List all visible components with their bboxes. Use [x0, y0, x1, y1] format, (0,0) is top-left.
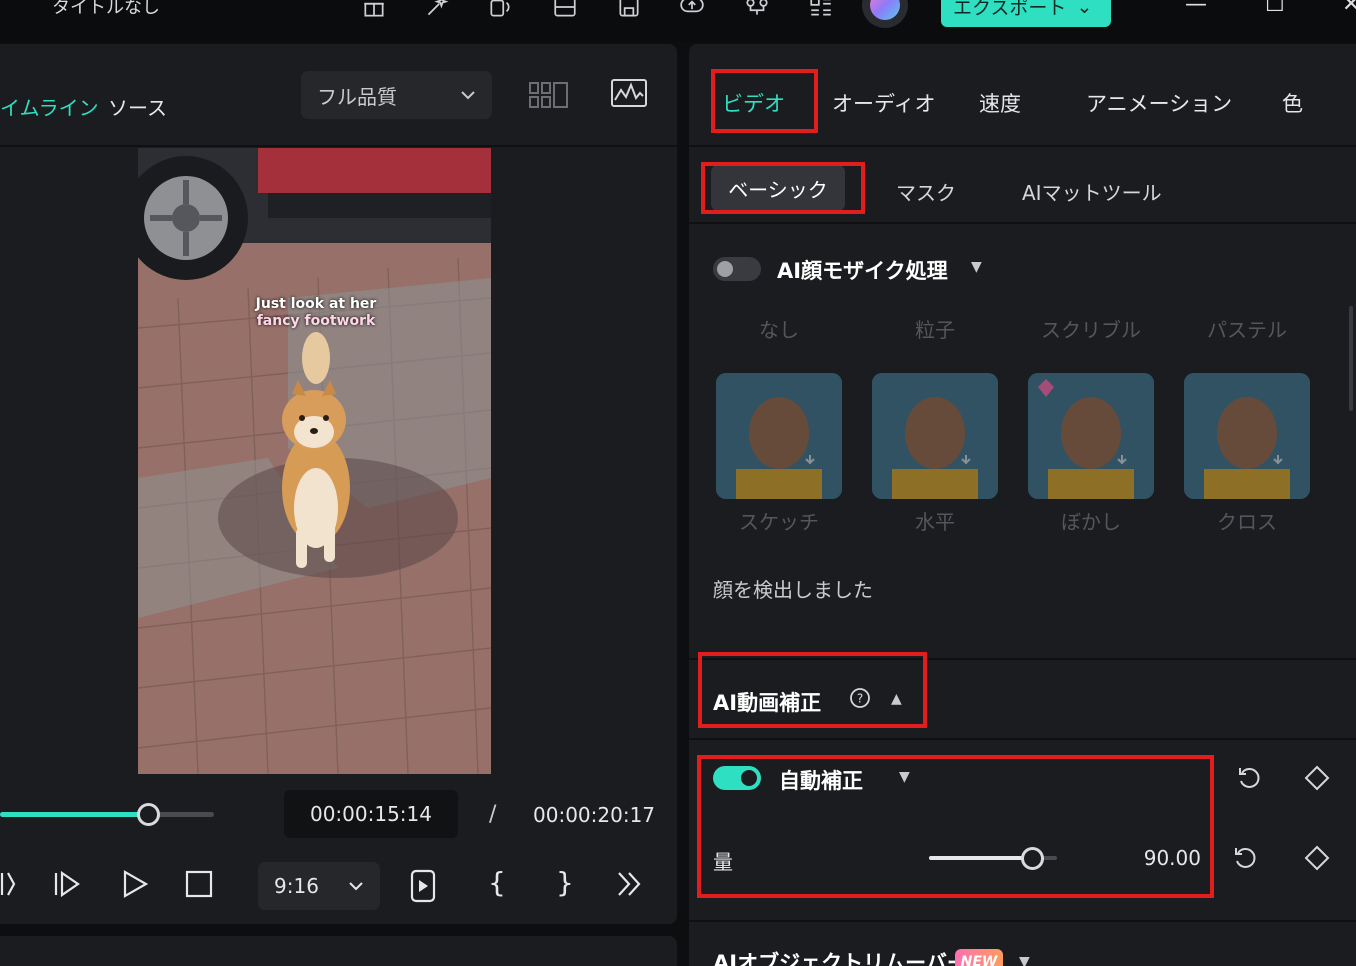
- title-bar: タイトルなし エクスポート ⌄ — ☐ ✕: [0, 0, 1356, 42]
- portrait-thumbnail: [872, 373, 998, 499]
- maximize-icon[interactable]: ☐: [1265, 0, 1285, 17]
- waveform-monitor-icon[interactable]: [610, 78, 648, 110]
- timeline-panel: [0, 936, 677, 966]
- mosaic-style-cross: クロス: [1217, 510, 1277, 534]
- divider: [689, 738, 1356, 740]
- export-label: エクスポート: [953, 0, 1067, 19]
- seek-bar[interactable]: [0, 812, 214, 817]
- mosaic-option-scribble: スクリブル: [1041, 318, 1141, 342]
- skip-back-icon[interactable]: [0, 869, 16, 899]
- mosaic-option-particle: 粒子: [915, 318, 955, 342]
- reset-icon[interactable]: [1235, 764, 1263, 792]
- chevron-down-icon[interactable]: ▼: [1019, 954, 1030, 966]
- mosaic-style-thumb: [1184, 373, 1310, 499]
- chevron-down-icon: ⌄: [1076, 0, 1093, 18]
- avatar-image: [870, 0, 900, 20]
- mosaic-style-thumb: [1028, 373, 1154, 499]
- seek-progress: [0, 812, 148, 817]
- network-icon[interactable]: [742, 0, 772, 20]
- new-badge: NEW: [955, 949, 1003, 966]
- subtab-mask[interactable]: マスク: [896, 177, 956, 206]
- mosaic-option-pastel: パステル: [1207, 318, 1287, 342]
- object-remover-title: AIオブジェクトリムーバー: [713, 951, 968, 966]
- cloud-upload-icon[interactable]: [677, 0, 707, 20]
- quality-value: フル品質: [317, 84, 397, 109]
- caption-line-2: fancy footwork: [256, 313, 376, 329]
- face-mosaic-title: AI顔モザイク処理: [777, 259, 948, 283]
- mosaic-style-thumb: [872, 373, 998, 499]
- mark-in-button[interactable]: {: [488, 866, 506, 899]
- chevron-down-icon: [349, 882, 363, 891]
- clipboard-audio-icon[interactable]: [485, 0, 515, 20]
- portrait-thumbnail: [716, 373, 842, 499]
- fast-forward-icon[interactable]: [616, 869, 642, 899]
- tab-timeline[interactable]: イムライン: [0, 92, 99, 121]
- user-avatar[interactable]: [862, 0, 908, 28]
- face-detected-status: 顔を検出しました: [713, 578, 873, 602]
- highlight-box: [698, 652, 927, 728]
- chevron-down-icon: [461, 91, 475, 100]
- gift-icon[interactable]: [359, 0, 389, 20]
- divider: [689, 920, 1356, 922]
- face-mosaic-toggle[interactable]: [713, 257, 761, 281]
- grid-apps-icon[interactable]: [806, 0, 836, 20]
- highlight-box: [701, 162, 865, 214]
- tab-speed[interactable]: 速度: [979, 88, 1021, 118]
- divider: [0, 145, 677, 147]
- scrollbar[interactable]: [1349, 306, 1353, 411]
- video-preview[interactable]: Just look at her fancy footwork: [138, 148, 491, 774]
- snapshot-icon[interactable]: [410, 869, 436, 903]
- chevron-down-icon[interactable]: ▼: [971, 259, 982, 275]
- video-frame-image: [138, 148, 491, 774]
- reset-icon[interactable]: [1231, 844, 1259, 872]
- export-button[interactable]: エクスポート ⌄: [941, 0, 1111, 27]
- save-icon[interactable]: [614, 0, 644, 20]
- aspect-ratio-select[interactable]: 9:16: [258, 862, 380, 910]
- mosaic-style-thumb: [716, 373, 842, 499]
- magic-star-icon[interactable]: [421, 0, 451, 20]
- portrait-thumbnail: [1184, 373, 1310, 499]
- highlight-box: [697, 755, 1214, 898]
- mosaic-style-sketch: スケッチ: [739, 510, 819, 534]
- keyframe-icon[interactable]: [1303, 844, 1331, 872]
- tab-source[interactable]: ソース: [108, 92, 167, 121]
- mosaic-option-none: なし: [759, 318, 799, 342]
- properties-panel: ビデオ オーディオ 速度 アニメーション 色 ベーシック マスク AIマットツー…: [689, 44, 1356, 966]
- portrait-thumbnail: [1028, 373, 1154, 499]
- grid-view-icon[interactable]: [528, 80, 570, 110]
- close-icon[interactable]: ✕: [1342, 0, 1356, 17]
- subtab-ai-matte[interactable]: AIマットツール: [1022, 177, 1162, 206]
- current-time[interactable]: 00:00:15:14: [284, 790, 458, 838]
- mosaic-style-horizontal: 水平: [915, 510, 955, 534]
- stop-icon[interactable]: [185, 869, 213, 899]
- tab-animation[interactable]: アニメーション: [1086, 88, 1232, 118]
- preview-panel: イムライン ソース フル品質 Just look at her fancy fo…: [0, 44, 677, 924]
- next-frame-icon[interactable]: [52, 869, 84, 899]
- total-time: 00:00:20:17: [533, 803, 656, 827]
- window-title: タイトルなし: [52, 0, 160, 18]
- time-separator: /: [489, 802, 497, 827]
- minimize-icon[interactable]: —: [1185, 0, 1207, 17]
- seek-handle[interactable]: [137, 803, 160, 826]
- tab-color[interactable]: 色: [1282, 88, 1303, 118]
- play-icon[interactable]: [120, 869, 150, 899]
- keyframe-icon[interactable]: [1303, 764, 1331, 792]
- quality-select[interactable]: フル品質: [301, 71, 492, 119]
- video-caption: Just look at her fancy footwork: [246, 296, 386, 330]
- mosaic-style-blur: ぼかし: [1061, 510, 1121, 534]
- aspect-ratio-value: 9:16: [274, 874, 319, 898]
- highlight-box: [711, 69, 818, 133]
- layout-icon[interactable]: [550, 0, 580, 20]
- tab-audio[interactable]: オーディオ: [832, 88, 936, 118]
- mark-out-button[interactable]: }: [556, 866, 574, 899]
- caption-line-1: Just look at her: [255, 296, 377, 312]
